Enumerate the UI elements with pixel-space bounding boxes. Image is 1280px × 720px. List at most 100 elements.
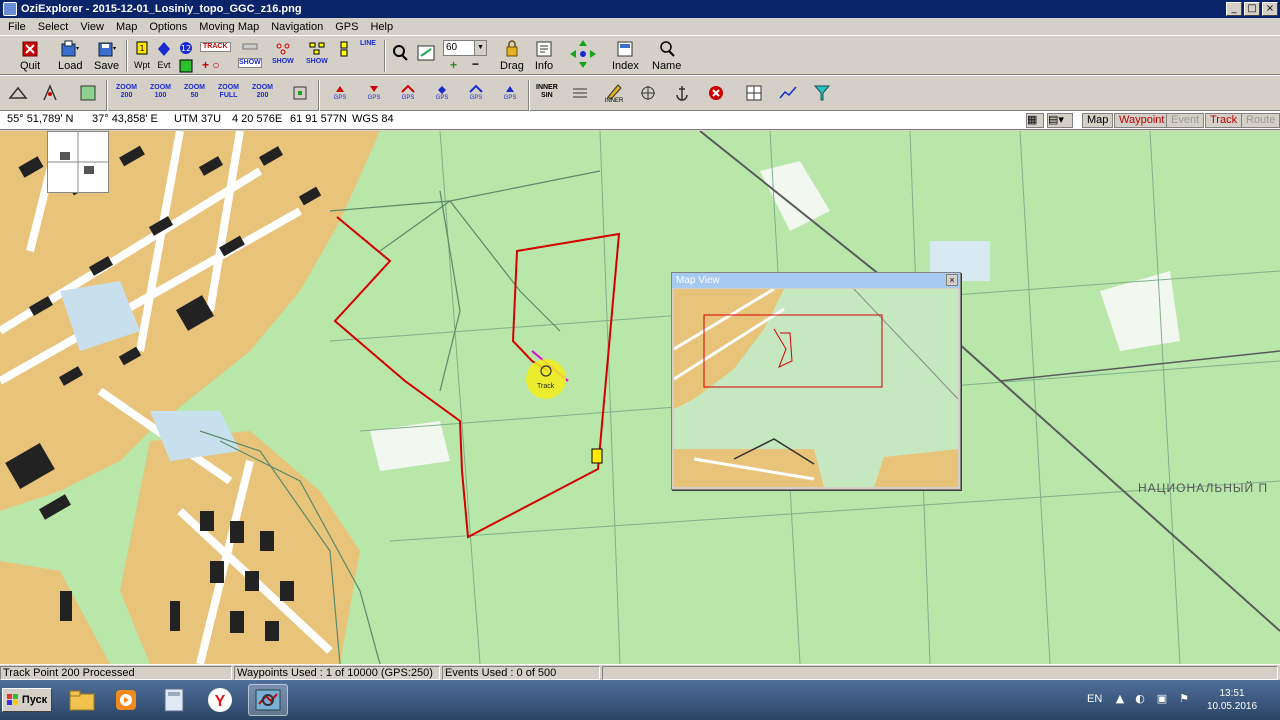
measure-button[interactable] <box>570 84 590 102</box>
zoom-200-label: ZOOM 200 <box>116 84 137 99</box>
flag-icon[interactable]: ⚑ <box>1177 692 1191 706</box>
menu-moving-map[interactable]: Moving Map <box>193 21 265 33</box>
maximize-button[interactable]: □ <box>1244 2 1260 16</box>
window-title: OziExplorer - 2015-12-01_Losiniy_topo_GG… <box>21 3 302 15</box>
map-zoom-button[interactable] <box>416 44 436 62</box>
tray-clock[interactable]: 13:51 10.05.2016 <box>1204 687 1260 713</box>
zoom-200-button[interactable]: ZOOM 200 <box>116 84 137 100</box>
menu-navigation[interactable]: Navigation <box>265 21 329 33</box>
index-button[interactable]: Index <box>612 40 639 72</box>
grid-button[interactable] <box>290 84 310 102</box>
calibrate-button[interactable] <box>40 84 60 102</box>
tab-track[interactable]: Track <box>1205 113 1243 128</box>
load-button[interactable]: Load <box>58 40 82 72</box>
inner-sin-button[interactable]: INNER SIN <box>536 84 558 100</box>
save-icon <box>98 42 116 57</box>
menu-help[interactable]: Help <box>364 21 399 33</box>
track-add-button[interactable]: + ○ <box>202 58 220 72</box>
zoom-50-button[interactable]: ZOOM 50 <box>184 84 205 100</box>
close-button[interactable]: × <box>1262 2 1278 16</box>
gps-button-1[interactable]: GPS <box>330 84 350 102</box>
map-canvas[interactable]: Track НАЦИОНАЛЬНЫЙ П <box>0 131 1280 664</box>
lock-icon <box>506 40 518 57</box>
minimize-button[interactable]: _ <box>1226 2 1242 16</box>
menu-map[interactable]: Map <box>110 21 143 33</box>
zoom-100-button[interactable]: ZOOM 100 <box>150 84 171 100</box>
track-button[interactable]: TRACK <box>200 42 231 52</box>
title-bar: OziExplorer - 2015-12-01_Losiniy_topo_GG… <box>0 0 1280 18</box>
gps-button-6[interactable]: GPS <box>500 84 520 102</box>
tab-event[interactable]: Event <box>1166 113 1205 128</box>
inner-button[interactable]: INNER <box>604 82 624 104</box>
green-square-button[interactable] <box>176 58 196 76</box>
status-track: Track Point 200 Processed <box>0 666 232 680</box>
map-view-titlebar[interactable]: Map View × <box>672 273 960 288</box>
map-view-close-button[interactable]: × <box>946 274 958 286</box>
zoom-select[interactable]: 60 ▼ <box>443 40 487 56</box>
map-view-overview[interactable] <box>674 289 958 487</box>
start-button[interactable]: Пуск <box>2 688 52 712</box>
waypoint-button[interactable]: 1 Wpt <box>132 40 152 70</box>
taskbar-yandex-browser[interactable]: Y <box>200 684 240 716</box>
map-settings-icon[interactable]: ▦ <box>1026 113 1044 128</box>
line-button[interactable] <box>338 40 358 58</box>
tab-map[interactable]: Map <box>1082 113 1114 128</box>
move-arrows-icon <box>570 40 596 68</box>
taskbar-calculator[interactable] <box>154 684 194 716</box>
quit-icon <box>22 41 38 57</box>
tab-waypoint[interactable]: Waypoint <box>1114 113 1170 128</box>
move-arrows-button[interactable] <box>568 38 598 70</box>
taskbar-oziexplorer[interactable] <box>248 684 288 716</box>
gps-button-3[interactable]: GPS <box>398 84 418 102</box>
track-show-button[interactable]: SHOW <box>238 40 262 68</box>
network-icon[interactable]: ▣ <box>1155 692 1169 706</box>
gps-button-5[interactable]: GPS <box>466 84 486 102</box>
zoom-in-button[interactable]: + <box>450 58 457 72</box>
grid-setup-button[interactable] <box>744 84 764 102</box>
map-tool-icon <box>8 86 28 99</box>
menu-view[interactable]: View <box>74 21 110 33</box>
load-icon <box>61 40 80 57</box>
volume-icon[interactable]: ◐ <box>1133 692 1147 706</box>
gps-button-2[interactable]: GPS <box>364 84 384 102</box>
anchor-button[interactable] <box>672 84 692 102</box>
info-button[interactable]: Info <box>534 40 554 72</box>
zoom-button[interactable] <box>390 44 410 62</box>
tray-expand-icon[interactable]: ▲ <box>1113 692 1127 706</box>
map-overview-button[interactable] <box>78 84 98 102</box>
altitude-button[interactable] <box>778 84 798 102</box>
menu-select[interactable]: Select <box>32 21 75 33</box>
map-view-window[interactable]: Map View × <box>671 272 961 490</box>
zoom-out-button[interactable]: − <box>472 57 479 71</box>
gps-button-4[interactable]: GPS <box>432 84 452 102</box>
keyboard-language[interactable]: EN <box>1087 693 1102 705</box>
drag-button[interactable]: Drag <box>500 40 524 72</box>
taskbar: Пуск Y EN ▲ ◐ ▣ ⚑ 13:51 10.05.2016 <box>0 680 1280 720</box>
map-overview-icon <box>80 85 96 101</box>
event-button[interactable]: Evt <box>154 40 174 70</box>
filter-button[interactable] <box>812 84 832 102</box>
target-button[interactable] <box>638 84 658 102</box>
latitude-value: 55° 51,789' N <box>7 113 74 125</box>
route-show-button[interactable]: SHOW <box>306 40 328 66</box>
delete-button[interactable] <box>706 84 726 102</box>
save-view-icon[interactable]: ▤▾ <box>1047 113 1073 128</box>
map-tool-button[interactable] <box>8 84 28 102</box>
menu-file[interactable]: File <box>2 21 32 33</box>
menu-options[interactable]: Options <box>143 21 193 33</box>
save-button[interactable]: Save <box>94 40 119 72</box>
taskbar-explorer[interactable] <box>62 684 102 716</box>
name-search-icon <box>659 41 675 57</box>
waypoint-show-button[interactable]: SHOW <box>272 40 294 66</box>
quit-button[interactable]: Quit <box>20 40 40 72</box>
zoom-full-button[interactable]: ZOOM FULL <box>218 84 239 100</box>
menu-gps[interactable]: GPS <box>329 21 364 33</box>
line-show-button[interactable]: LINE <box>360 40 376 48</box>
taskbar-media-player[interactable] <box>106 684 146 716</box>
route-button[interactable]: 12 <box>176 40 196 58</box>
zoom-200b-button[interactable]: ZOOM 200 <box>252 84 273 100</box>
media-player-icon <box>116 690 136 710</box>
tab-route[interactable]: Route <box>1241 113 1280 128</box>
name-button[interactable]: Name <box>652 40 681 72</box>
track-line-icon <box>242 43 258 50</box>
